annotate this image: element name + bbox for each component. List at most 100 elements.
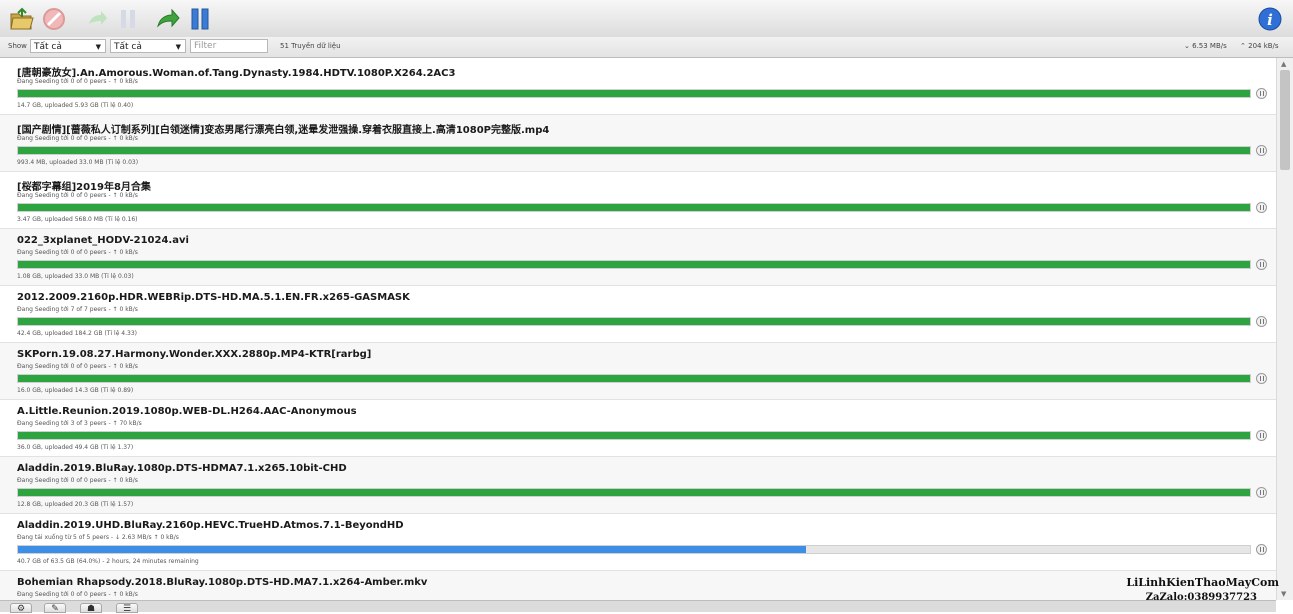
svg-text:i: i [1267, 11, 1273, 29]
torrent-peers-status: Đang Seeding tới 0 of 0 peers - ↑ 0 kB/s [17, 363, 138, 370]
settings-gear-icon: ⚙ [16, 604, 26, 614]
download-arrow-icon: ⌄ [1184, 42, 1190, 50]
torrent-row[interactable]: SKPorn.19.08.27.Harmony.Wonder.XXX.2880p… [0, 343, 1276, 400]
scroll-up-icon[interactable]: ▲ [1281, 60, 1286, 68]
chevron-down-icon: ▼ [175, 43, 181, 51]
chevron-down-icon: ▼ [95, 43, 101, 51]
bottom-toolbar: ⚙ ✎ ☗ ☰ [0, 600, 1276, 614]
tracker-filter-value: Tất cả [114, 42, 142, 52]
torrent-peers-status: Đang Seeding tới 0 of 0 peers - ↑ 0 kB/s [17, 477, 138, 484]
open-torrent-button[interactable] [8, 5, 36, 33]
show-label: Show [8, 42, 27, 50]
scroll-thumb[interactable] [1280, 70, 1290, 170]
compact-view-icon: ☗ [86, 604, 96, 614]
start-torrent-button[interactable] [82, 5, 110, 33]
torrent-pause-icon[interactable] [1256, 316, 1267, 327]
torrent-peers-status: Đang Seeding tới 0 of 0 peers - ↑ 0 kB/s [17, 135, 138, 142]
start-all-button[interactable] [154, 5, 182, 33]
filter-placeholder: Filter [194, 41, 217, 51]
torrent-name: SKPorn.19.08.27.Harmony.Wonder.XXX.2880p… [17, 349, 372, 360]
info-icon: i [1258, 7, 1282, 31]
torrent-progress-details: 1.08 GB, uploaded 33.0 MB (Tỉ lệ 0.03) [17, 273, 134, 280]
torrent-name: Bohemian Rhapsody.2018.BluRay.1080p.DTS-… [17, 577, 428, 588]
status-filter-select[interactable]: Tất cả ▼ [30, 39, 106, 53]
torrent-progress-details: 12.8 GB, uploaded 20.3 GB (Tỉ lệ 1.57) [17, 501, 134, 508]
torrent-pause-icon[interactable] [1256, 202, 1267, 213]
status-filter-value: Tất cả [34, 42, 62, 52]
torrent-list: [唐朝豪放女].An.Amorous.Woman.of.Tang.Dynasty… [0, 58, 1276, 600]
torrent-progress-fill [18, 318, 1250, 325]
turtle-speed-icon: ✎ [51, 604, 59, 614]
inspector-button[interactable]: i [1256, 5, 1284, 33]
pause-icon [121, 10, 135, 28]
pause-torrent-button[interactable] [114, 5, 142, 33]
pause-all-button[interactable] [186, 5, 214, 33]
upload-speed-indicator: ⌃ 204 kB/s [1240, 42, 1279, 50]
torrent-pause-icon[interactable] [1256, 373, 1267, 384]
torrent-progress-details: 36.0 GB, uploaded 49.4 GB (Tỉ lệ 1.37) [17, 444, 134, 451]
pause-all-icon [191, 8, 209, 30]
torrent-progress-fill [18, 489, 1250, 496]
torrent-row[interactable]: Aladdin.2019.BluRay.1080p.DTS-HDMA7.1.x2… [0, 457, 1276, 514]
vertical-scrollbar[interactable]: ▲ ▼ [1276, 58, 1293, 600]
torrent-pause-icon[interactable] [1256, 487, 1267, 498]
torrent-progress-bar [17, 146, 1251, 155]
torrent-progress-fill [18, 261, 1250, 268]
torrent-name: [桜都字幕组]2019年8月合集 [17, 182, 151, 193]
torrent-name: 2012.2009.2160p.HDR.WEBRip.DTS-HD.MA.5.1… [17, 292, 410, 303]
torrent-name: [唐朝豪放女].An.Amorous.Woman.of.Tang.Dynasty… [17, 68, 456, 79]
remove-torrent-button[interactable] [40, 5, 68, 33]
torrent-peers-status: Đang Seeding tới 0 of 0 peers - ↑ 0 kB/s [17, 192, 138, 199]
remove-icon [43, 8, 65, 30]
torrent-name: Aladdin.2019.BluRay.1080p.DTS-HDMA7.1.x2… [17, 463, 347, 474]
tracker-filter-select[interactable]: Tất cả ▼ [110, 39, 186, 53]
download-speed-indicator: ⌄ 6.53 MB/s [1184, 42, 1227, 50]
scroll-down-icon[interactable]: ▼ [1281, 590, 1286, 598]
preferences-button[interactable]: ⚙ [10, 603, 32, 614]
open-folder-icon [10, 7, 34, 30]
torrent-row[interactable]: [国产剧情][蔷薇私人订制系列][白领迷情]变态男尾行漂亮白领,迷晕发泄强操.穿… [0, 115, 1276, 172]
torrent-progress-details: 40.7 GB of 63.5 GB (64.0%) - 2 hours, 24… [17, 558, 199, 565]
torrent-pause-icon[interactable] [1256, 88, 1267, 99]
torrent-name: 022_3xplanet_HODV-21024.avi [17, 235, 189, 246]
torrent-row[interactable]: [唐朝豪放女].An.Amorous.Woman.of.Tang.Dynasty… [0, 58, 1276, 115]
torrent-peers-status: Đang Seeding tới 0 of 0 peers - ↑ 0 kB/s [17, 249, 138, 256]
torrent-progress-fill [18, 375, 1250, 382]
torrent-progress-details: 993.4 MB, uploaded 33.0 MB (Tỉ lệ 0.03) [17, 159, 139, 166]
list-menu-icon: ☰ [122, 604, 132, 614]
compact-view-button[interactable]: ☗ [80, 603, 102, 614]
torrent-progress-details: 3.47 GB, uploaded 568.0 MB (Tỉ lệ 0.16) [17, 216, 138, 223]
torrent-progress-details: 14.7 GB, uploaded 5.93 GB (Tỉ lệ 0.40) [17, 102, 134, 109]
torrent-progress-bar [17, 203, 1251, 212]
torrent-row[interactable]: Aladdin.2019.UHD.BluRay.2160p.HEVC.TrueH… [0, 514, 1276, 571]
torrent-count: 51 Truyền dữ liệu [280, 42, 341, 50]
list-menu-button[interactable]: ☰ [116, 603, 138, 614]
torrent-progress-fill [18, 147, 1250, 154]
main-toolbar: i [0, 0, 1293, 38]
torrent-row[interactable]: A.Little.Reunion.2019.1080p.WEB-DL.H264.… [0, 400, 1276, 457]
torrent-pause-icon[interactable] [1256, 259, 1267, 270]
torrent-pause-icon[interactable] [1256, 145, 1267, 156]
filter-input[interactable]: Filter [190, 39, 268, 53]
torrent-row[interactable]: Bohemian Rhapsody.2018.BluRay.1080p.DTS-… [0, 571, 1276, 600]
torrent-peers-status: Đang Seeding tới 0 of 0 peers - ↑ 0 kB/s [17, 591, 138, 598]
torrent-row[interactable]: 022_3xplanet_HODV-21024.avi Đang Seeding … [0, 229, 1276, 286]
turtle-mode-button[interactable]: ✎ [44, 603, 66, 614]
torrent-name: Aladdin.2019.UHD.BluRay.2160p.HEVC.TrueH… [17, 520, 404, 531]
torrent-name: [国产剧情][蔷薇私人订制系列][白领迷情]变态男尾行漂亮白领,迷晕发泄强操.穿… [17, 125, 550, 136]
torrent-progress-fill [18, 90, 1250, 97]
torrent-pause-icon[interactable] [1256, 544, 1267, 555]
torrent-pause-icon[interactable] [1256, 430, 1267, 441]
torrent-peers-status: Đang Seeding tới 7 of 7 peers - ↑ 0 kB/s [17, 306, 138, 313]
torrent-progress-fill [18, 432, 1250, 439]
torrent-name: A.Little.Reunion.2019.1080p.WEB-DL.H264.… [17, 406, 357, 417]
torrent-progress-bar [17, 488, 1251, 497]
start-icon [89, 11, 107, 25]
watermark-line2: ZaZalo:0389937723 [1145, 592, 1257, 603]
upload-speed: 204 kB/s [1248, 42, 1279, 50]
torrent-progress-details: 42.4 GB, uploaded 184.2 GB (Tỉ lệ 4.33) [17, 330, 137, 337]
torrent-progress-bar [17, 545, 1251, 554]
torrent-row[interactable]: 2012.2009.2160p.HDR.WEBRip.DTS-HD.MA.5.1… [0, 286, 1276, 343]
torrent-row[interactable]: [桜都字幕组]2019年8月合集 Đang Seeding tới 0 of 0 … [0, 172, 1276, 229]
torrent-progress-bar [17, 431, 1251, 440]
